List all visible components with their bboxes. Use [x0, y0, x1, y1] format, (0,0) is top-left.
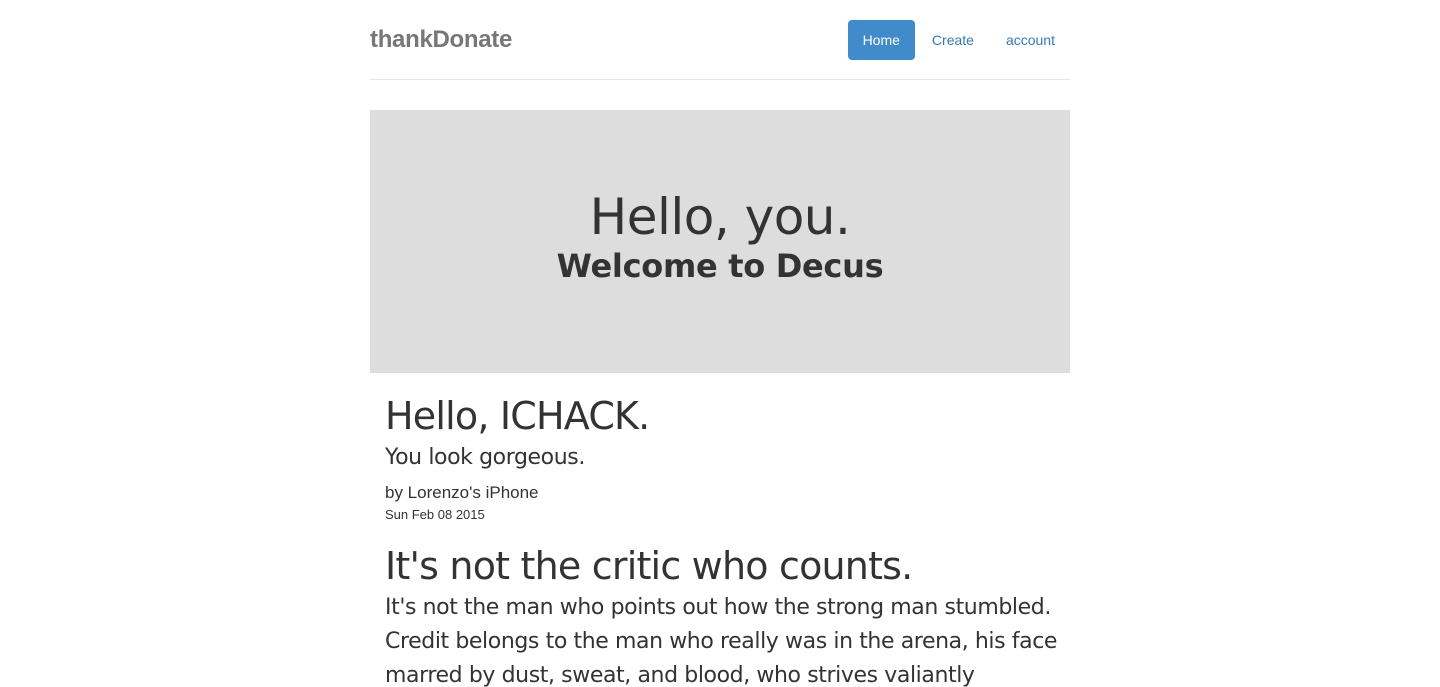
- jumbotron-subtitle: Welcome to Decus: [556, 247, 884, 285]
- nav-bar: Home Create account: [846, 20, 1070, 60]
- post-body: You look gorgeous.: [385, 445, 585, 470]
- post-title: It's not the critic who counts.: [385, 544, 913, 588]
- post-date: Sun Feb 08 2015: [385, 507, 485, 522]
- brand-logo[interactable]: thankDonate: [370, 26, 512, 54]
- nav-create[interactable]: Create: [917, 20, 989, 60]
- page-container: thankDonate Home Create account Hello, y…: [370, 0, 1070, 687]
- post-item: Hello, ICHACK. You look gorgeous. by Lor…: [370, 393, 1070, 523]
- post-item: It's not the critic who counts. It's not…: [370, 543, 1070, 687]
- nav-home[interactable]: Home: [847, 20, 915, 60]
- jumbotron-title: Hello, you.: [589, 188, 851, 246]
- nav-account[interactable]: account: [991, 20, 1070, 60]
- post-body: It's not the man who points out how the …: [385, 595, 1058, 687]
- post-title: Hello, ICHACK.: [385, 394, 650, 438]
- post-author: by Lorenzo's iPhone: [385, 483, 539, 502]
- header: thankDonate Home Create account: [370, 0, 1070, 80]
- jumbotron: Hello, you. Welcome to Decus: [370, 110, 1070, 373]
